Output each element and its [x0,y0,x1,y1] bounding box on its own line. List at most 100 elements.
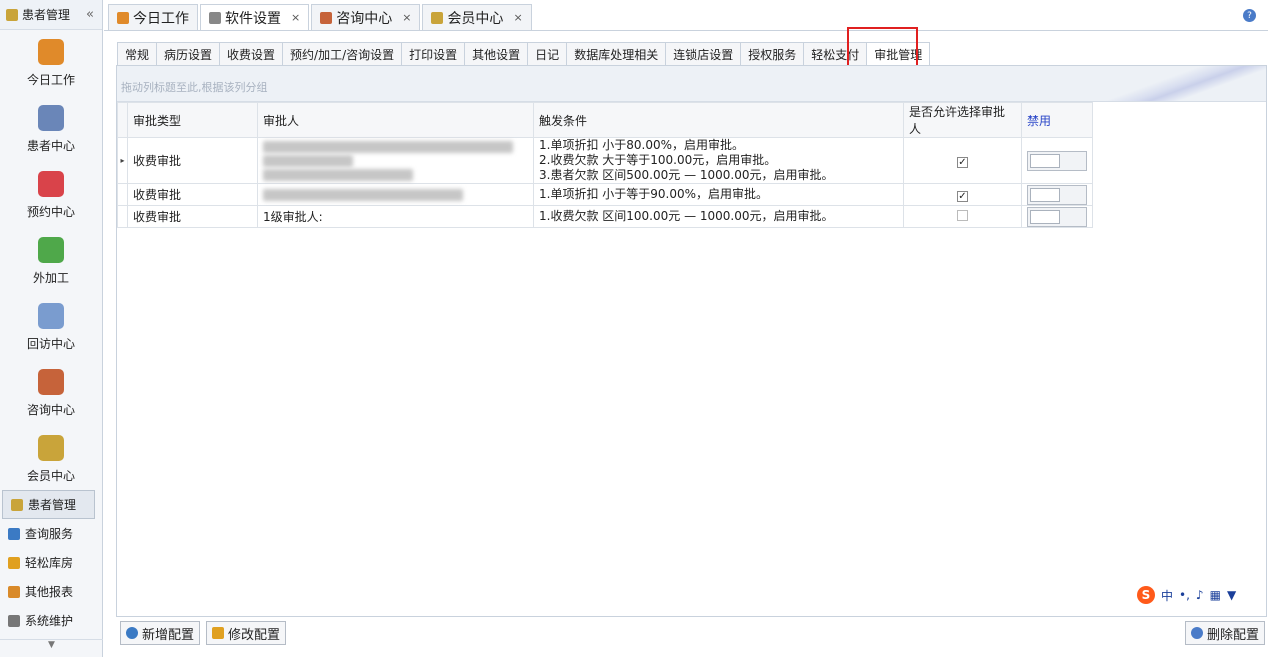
close-icon[interactable]: × [291,11,300,24]
tab-divider [104,30,1268,31]
row-indicator-header [117,102,128,138]
allow-select-checkbox[interactable]: ✓ [957,190,968,202]
settings-tab[interactable]: 预约/加工/咨询设置 [282,42,402,66]
settings-tab[interactable]: 日记 [527,42,567,66]
members-icon [38,434,64,461]
table-row[interactable]: 收费审批 1级审批人: 1.收费欠款 区间100.00元 — 1000.00元，启用… [117,205,1093,228]
sidebar-item-1[interactable]: 今日工作 [0,30,102,96]
allow-select-checkbox[interactable] [957,209,968,221]
doc-tab-label: 软件设置 [225,10,281,27]
sidebar-list-item[interactable]: 查询服务 [0,519,103,548]
sidebar-header-title: 患者管理 [22,8,71,22]
help-icon[interactable]: ? [1243,9,1256,22]
sidebar-item-label: 今日工作 [26,72,75,87]
condition-line: 2.收费欠款 大于等于100.00元，启用审批。 [539,153,777,167]
redacted-text [263,188,463,201]
row-indicator [117,183,128,206]
add-config-label: 新增配置 [142,627,195,643]
sidebar-item-7[interactable]: 会员中心 [0,426,102,492]
cell-allow [903,205,1022,228]
cell-approver [257,183,534,206]
bottom-toolbar: 新增配置 修改配置 删除配置 [116,617,1267,649]
collapse-sidebar-button[interactable]: « [86,7,94,22]
cell-approver [257,137,534,184]
sidebar-header: 患者管理 « [0,0,102,30]
tab-icon [431,11,444,24]
sidebar-item-4[interactable]: 外加工 [0,228,102,294]
settings-tab[interactable]: 收费设置 [219,42,283,66]
sidebar-list-item[interactable]: 轻松库房 [0,548,103,577]
column-header-allow-select[interactable]: 是否允许选择审批人 [903,102,1022,138]
doc-tab[interactable]: 咨询中心 × [311,4,421,30]
sidebar-list-item[interactable]: 患者管理 [2,490,95,519]
cell-type: 收费审批 [127,183,258,206]
settings-tab[interactable]: 其他设置 [464,42,528,66]
approval-table: 审批类型 审批人 触发条件 是否允许选择审批人 禁用 ▸ 收费审批 1.单项折扣 小… [117,102,1093,228]
ime-punct[interactable]: •, [1179,588,1190,602]
settings-tab[interactable]: 连锁店设置 [665,42,741,66]
sidebar-nav: 今日工作患者中心 预约中心 外加工 回访中心 咨询中心 会员中心 [0,30,102,492]
group-hint-text: 拖动列标题至此,根据该列分组 [121,81,268,94]
approval-panel: 拖动列标题至此,根据该列分组 审批类型 审批人 触发条件 是否允许选择审批人 禁… [116,65,1267,617]
cubes-icon [38,236,64,263]
tab-icon [117,11,129,24]
cell-allow: ✓ [903,183,1022,206]
group-by-area[interactable]: 拖动列标题至此,根据该列分组 [117,66,1266,102]
column-header-disable[interactable]: 禁用 [1021,102,1093,138]
condition-line: 1.单项折扣 小于80.00%，启用审批。 [539,138,745,152]
disable-toggle[interactable] [1027,150,1087,171]
table-row[interactable]: 收费审批 1.单项折扣 小于等于90.00%，启用审批。 ✓ [117,183,1093,206]
sidebar-item-3[interactable]: 预约中心 [0,162,102,228]
cell-conditions: 1.收费欠款 区间100.00元 — 1000.00元，启用审批。 [533,205,904,228]
settings-tab[interactable]: 打印设置 [401,42,465,66]
doc-tab-label: 会员中心 [447,10,504,27]
redacted-text [263,154,353,167]
settings-tab[interactable]: 授权服务 [740,42,804,66]
settings-tab[interactable]: 数据库处理相关 [566,42,666,66]
close-icon[interactable]: × [402,11,411,24]
delete-config-button[interactable]: 删除配置 [1184,621,1265,645]
disable-toggle[interactable] [1027,184,1087,205]
sidebar-list-item[interactable]: 其他报表 [0,577,103,606]
settings-tab[interactable]: 常规 [117,42,157,66]
sidebar-item-5[interactable]: 回访中心 [0,294,102,360]
doc-tab[interactable]: 软件设置 × [200,4,310,30]
microphone-icon[interactable]: ♪ [1196,588,1204,602]
edit-config-button[interactable]: 修改配置 [206,621,287,645]
doc-tab[interactable]: 会员中心 × [422,4,532,30]
left-sidebar: 患者管理 « 今日工作 患者中心 预约中心 外加工 回访中心 咨询中心 会员中心 患者管理查… [0,0,103,657]
toggle-knob [1030,187,1060,202]
refresh-icon [38,302,64,329]
column-header-conditions[interactable]: 触发条件 [533,102,904,138]
sidebar-item-6[interactable]: 咨询中心 [0,360,102,426]
column-header-approver[interactable]: 审批人 [257,102,534,138]
skin-icon[interactable]: ▼ [1227,588,1236,602]
column-header-type[interactable]: 审批类型 [127,102,258,138]
binoculars-icon [38,104,64,131]
condition-line: 1.收费欠款 区间100.00元 — 1000.00元，启用审批。 [539,209,834,223]
keyboard-icon[interactable]: ▦ [1210,588,1221,602]
cell-approver: 1级审批人: [257,205,534,228]
allow-select-checkbox[interactable]: ✓ [957,156,968,168]
table-row[interactable]: ▸ 收费审批 1.单项折扣 小于80.00%，启用审批。 2.收费欠款 大于等于100… [117,137,1093,184]
warehouse-icon [8,556,20,569]
settings-tab[interactable]: 病历设置 [156,42,220,66]
ime-mode[interactable]: 中 [1161,587,1173,604]
redacted-text [263,168,413,181]
sogou-logo-icon: S [1137,586,1155,604]
sidebar-scroll-down[interactable]: ▼ [0,639,103,657]
add-config-button[interactable]: 新增配置 [120,621,201,645]
toggle-knob [1030,153,1060,168]
disable-toggle[interactable] [1027,206,1087,227]
condition-line: 3.患者欠款 区间500.00元 — 1000.00元，启用审批。 [539,168,834,182]
report-icon [8,585,20,598]
consult-icon [38,368,64,395]
sidebar-list-item[interactable]: 系统维护 [0,606,103,635]
add-icon [126,627,138,639]
settings-tabs: 常规 病历设置 收费设置 预约/加工/咨询设置 打印设置 其他设置 日记 数据库处理相关 连锁店… [117,42,931,66]
close-icon[interactable]: × [513,11,522,24]
sidebar-list-label: 轻松库房 [25,556,74,570]
ime-toolbar[interactable]: S 中 •, ♪ ▦ ▼ [1137,586,1236,604]
doc-tab[interactable]: 今日工作 [108,4,198,30]
sidebar-item-2[interactable]: 患者中心 [0,96,102,162]
